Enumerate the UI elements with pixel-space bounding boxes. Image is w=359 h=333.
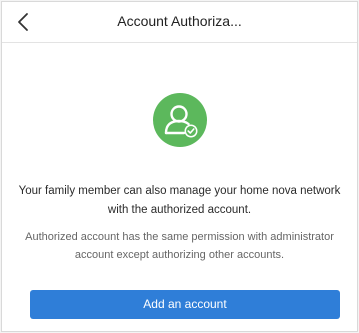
page-title: Account Authoriza... <box>117 13 242 29</box>
chevron-left-icon <box>18 13 28 31</box>
back-button[interactable] <box>14 10 34 34</box>
add-account-button[interactable]: Add an account <box>30 290 340 319</box>
authorize-account-screen: Account Authoriza... Your family member … <box>1 1 358 332</box>
header-bar: Account Authoriza... <box>2 2 357 43</box>
description-text: Your family member can also manage your … <box>18 185 341 216</box>
user-check-icon <box>152 93 207 147</box>
permission-note-text: Authorized account has the same permissi… <box>25 231 334 261</box>
